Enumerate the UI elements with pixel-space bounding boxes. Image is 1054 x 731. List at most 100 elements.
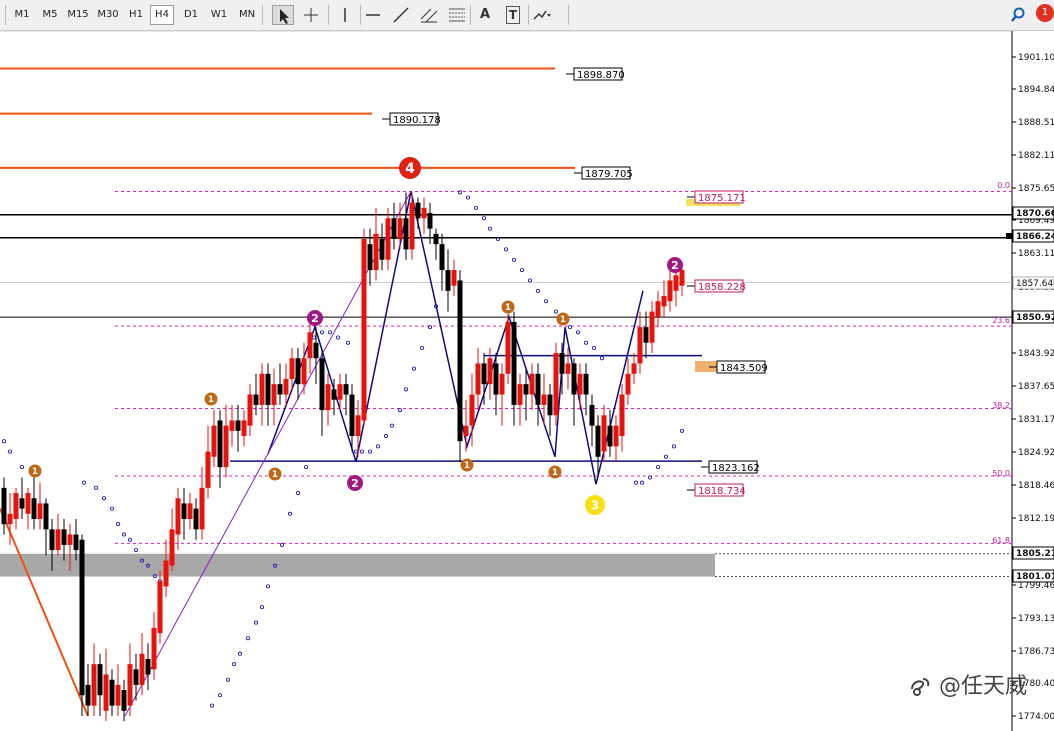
bearish-candle <box>133 669 139 685</box>
bullish-candle <box>529 373 535 395</box>
bullish-candle <box>463 425 469 437</box>
timeframe-w1[interactable]: W1 <box>208 5 230 25</box>
price-level-label: 1823.162 <box>712 463 760 474</box>
fibonacci-label: 0.0 <box>997 181 1010 190</box>
price-marker <box>1006 233 1012 239</box>
axis-price-tag-label: 1801.010 <box>1016 572 1054 582</box>
price-level-label: 1843.509 <box>720 363 768 374</box>
wave-marker-label: 1 <box>560 315 566 325</box>
trend-line-icon[interactable] <box>390 5 412 25</box>
bearish-candle <box>523 384 529 395</box>
bearish-candle <box>313 342 319 359</box>
bullish-candle <box>487 358 493 385</box>
bullish-candle <box>13 493 19 519</box>
bullish-candle <box>307 332 313 359</box>
notification-badge[interactable]: 1 <box>1034 3 1054 25</box>
price-level-label: 1875.171 <box>698 193 746 204</box>
bearish-candle <box>253 394 259 405</box>
bearish-candle <box>481 363 487 385</box>
bullish-candle <box>301 358 307 385</box>
fibonacci-icon[interactable] <box>446 5 468 25</box>
bullish-candle <box>517 384 523 405</box>
bearish-candle <box>61 529 67 545</box>
timeframe-d1[interactable]: D1 <box>180 5 202 25</box>
y-axis-label: 1774.000 <box>1018 712 1054 722</box>
price-level-label: 1818.734 <box>698 486 746 497</box>
notification-count: 1 <box>1036 4 1054 22</box>
bearish-candle <box>493 363 499 395</box>
crosshair-icon[interactable] <box>300 5 322 25</box>
bearish-candle <box>511 321 517 405</box>
bullish-candle <box>649 311 655 343</box>
bullish-candle <box>37 503 43 519</box>
chart-toolbar: M1 M5 M15 M30 H1 H4 D1 W1 MN AT 1 <box>0 0 1054 31</box>
bullish-candle <box>631 363 637 374</box>
wave-marker-label: 2 <box>311 312 319 325</box>
fibonacci-label: 38.2 <box>992 401 1010 410</box>
bearish-candle <box>547 394 553 416</box>
timeframe-m15[interactable]: M15 <box>64 5 92 25</box>
toolbar-separator <box>328 5 329 25</box>
wave-marker-label: 1 <box>32 467 38 477</box>
timeframe-mn[interactable]: MN <box>234 5 260 25</box>
y-axis-label: 1786.730 <box>1018 647 1054 657</box>
timeframe-h4[interactable]: H4 <box>150 5 174 25</box>
vertical-line-icon[interactable] <box>334 5 356 25</box>
price-level-label: 1879.705 <box>585 169 633 180</box>
bearish-candle <box>235 420 241 431</box>
bearish-candle <box>535 373 541 405</box>
bullish-candle <box>667 280 673 302</box>
bullish-candle <box>661 296 667 307</box>
bullish-candle <box>205 451 211 488</box>
bearish-candle <box>277 384 283 395</box>
toolbar-separator <box>528 5 529 25</box>
timeframe-m5[interactable]: M5 <box>38 5 62 25</box>
bullish-candle <box>499 373 505 395</box>
bearish-candle <box>349 394 355 437</box>
bullish-candle <box>199 487 205 530</box>
timeframe-m1[interactable]: M1 <box>10 5 34 25</box>
bearish-candle <box>295 358 301 385</box>
y-axis-label: 1901.100 <box>1018 53 1054 63</box>
timeframe-m30[interactable]: M30 <box>94 5 122 25</box>
toolbar-separator <box>262 5 263 25</box>
bearish-candle <box>31 498 37 519</box>
bullish-candle <box>451 270 457 286</box>
bullish-candle <box>283 378 289 395</box>
horizontal-line-icon[interactable] <box>362 5 384 25</box>
bullish-candle <box>55 529 61 551</box>
cursor-icon[interactable] <box>272 5 294 25</box>
bearish-candle <box>73 534 79 551</box>
axis-price-tag-label: 1870.669 <box>1016 209 1054 219</box>
y-axis-label: 1863.110 <box>1018 249 1054 259</box>
text-icon[interactable]: A <box>474 5 496 25</box>
axis-price-tag-label: 1805.216 <box>1016 549 1054 559</box>
bullish-candle <box>103 674 109 711</box>
bullish-candle <box>355 415 361 437</box>
bearish-candle <box>439 244 445 271</box>
search-icon[interactable] <box>1008 5 1030 25</box>
y-axis-label: 1875.650 <box>1018 184 1054 194</box>
text-label-tool-label: T <box>506 6 520 24</box>
bullish-candle <box>637 327 643 364</box>
equidistant-channel-icon[interactable] <box>418 5 440 25</box>
y-axis-label: 1837.650 <box>1018 382 1054 392</box>
bullish-candle <box>175 498 181 535</box>
text-label-icon[interactable]: T <box>502 5 524 25</box>
wave-marker-label: 2 <box>351 477 359 490</box>
price-chart[interactable]: 4 2 2 2 3 1 1 1 1 1 1 1 1898.870 1890.178 1879.705 187… <box>0 31 1054 731</box>
axis-price-tag-label: 1866.247 <box>1016 232 1054 242</box>
arrows-icon[interactable] <box>530 5 552 25</box>
wave-marker-label: 1 <box>505 303 511 313</box>
bullish-candle <box>247 394 253 426</box>
bullish-candle <box>613 425 619 447</box>
bearish-candle <box>97 664 103 696</box>
timeframe-h1[interactable]: H1 <box>126 5 146 25</box>
fibonacci-label: 50.0 <box>992 469 1010 478</box>
y-axis-label: 1824.920 <box>1018 448 1054 458</box>
bullish-candle <box>67 534 73 545</box>
y-axis-label: 1793.130 <box>1018 614 1054 624</box>
bullish-candle <box>385 218 391 260</box>
bearish-candle <box>319 358 325 411</box>
price-level-label: 1858.228 <box>698 282 746 293</box>
